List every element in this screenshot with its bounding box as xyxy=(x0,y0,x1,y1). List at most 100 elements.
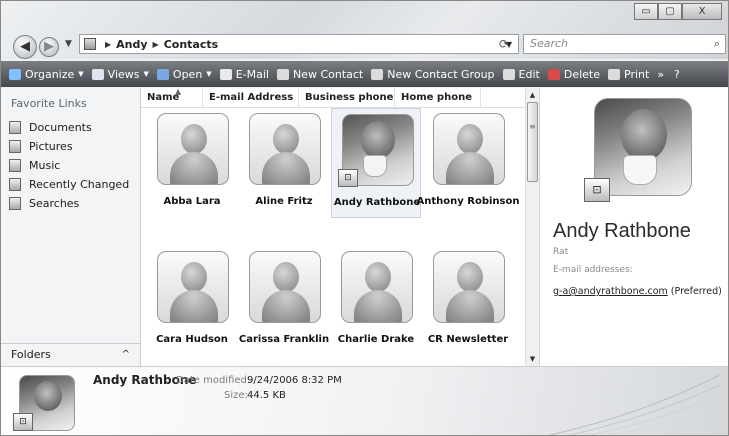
minimize-button[interactable]: ▭ xyxy=(634,3,658,20)
new-contact-icon xyxy=(276,68,289,80)
toolbar-e-mail-button[interactable]: E-Mail xyxy=(219,68,269,81)
recent-pages-dropdown[interactable]: ▼ xyxy=(65,39,72,49)
documents-icon xyxy=(9,121,21,134)
preview-email-link[interactable]: g-a@andyrathbone.com xyxy=(553,286,668,297)
new-group-icon xyxy=(371,68,384,80)
photo-body xyxy=(446,290,494,322)
folders-label: Folders xyxy=(11,348,51,361)
date-modified-label: Date modified: xyxy=(176,375,251,386)
scrollbar-thumb[interactable] xyxy=(527,102,538,182)
contact-name: Anthony Robinson xyxy=(416,196,520,207)
toolbar-organize-button[interactable]: Organize ▼ xyxy=(9,68,84,81)
edit-icon xyxy=(502,68,515,80)
contact-item[interactable]: Carissa Franklin xyxy=(239,246,329,356)
toolbar-button-label: New Contact Group xyxy=(387,67,495,81)
toolbar-new-contact-group-button[interactable]: New Contact Group xyxy=(371,67,495,81)
favorite-links-list: Documents Pictures Music Recently Changed Se… xyxy=(9,118,129,213)
toolbar-delete-button[interactable]: Delete xyxy=(547,67,600,81)
toolbar-button-label: Delete xyxy=(563,67,600,81)
contact-silhouette-icon xyxy=(433,113,505,185)
sidebar-item-label: Recently Changed xyxy=(29,178,130,191)
contact-silhouette-icon xyxy=(341,251,413,323)
toolbar-button-label: New Contact xyxy=(292,67,364,81)
toolbar-new-contact-button[interactable]: New Contact xyxy=(276,67,364,81)
contacts-window: ▭ ▢ X ◀ ▶ ▼ ▶ Andy ▶ Contacts ▼ ⟳ Search… xyxy=(0,0,729,436)
contact-silhouette-icon xyxy=(157,251,229,323)
contact-item[interactable]: Abba Lara xyxy=(147,108,237,218)
preview-contact-name: Andy Rathbone xyxy=(553,220,691,242)
column-headers: ▲ Name E-mail Address Business phone Hom… xyxy=(141,87,525,108)
scroll-up-icon[interactable]: ▲ xyxy=(526,88,539,102)
toolbar-views-button[interactable]: Views ▼ xyxy=(91,67,149,81)
address-bar[interactable]: ▶ Andy ▶ Contacts ▼ xyxy=(79,34,519,54)
contact-silhouette-icon xyxy=(249,251,321,323)
sidebar-item-music[interactable]: Music xyxy=(9,156,129,175)
sidebar-item-label: Documents xyxy=(29,121,92,134)
toolbar-open-button[interactable]: Open ▼ xyxy=(156,68,212,81)
photo-head xyxy=(457,262,483,292)
title-bar: ▭ ▢ X ◀ ▶ ▼ ▶ Andy ▶ Contacts ▼ ⟳ Search… xyxy=(1,1,728,59)
sidebar-item-label: Pictures xyxy=(29,140,73,153)
toolbar-button-label: Print xyxy=(624,67,650,81)
contact-name: Aline Fritz xyxy=(255,196,313,207)
vertical-scrollbar[interactable]: ▲ ≡ ▼ xyxy=(525,88,539,366)
contact-item[interactable]: Anthony Robinson xyxy=(417,108,519,218)
photo-body xyxy=(170,152,218,184)
scrollbar-grip-icon: ≡ xyxy=(529,122,536,131)
sidebar-item-recently-changed[interactable]: Recently Changed xyxy=(9,175,129,194)
contact-item[interactable]: Aline Fritz xyxy=(239,108,329,218)
maximize-button[interactable]: ▢ xyxy=(658,3,682,20)
contact-card-icon: ⊡ xyxy=(338,169,358,187)
breadcrumb-separator-icon[interactable]: ▶ xyxy=(153,40,159,49)
command-toolbar: Organize ▼ Views ▼ Open ▼ E-Mail New Contact New… xyxy=(1,61,728,87)
photo-head xyxy=(365,262,391,292)
column-header-business-phone[interactable]: Business phone xyxy=(299,88,395,108)
photo-head xyxy=(181,262,207,292)
column-header-home-phone[interactable]: Home phone xyxy=(395,88,481,108)
navigation-pane: Favorite Links Documents Pictures Music Rec… xyxy=(1,88,141,366)
toolbar-button-label: Views xyxy=(107,67,140,81)
breadcrumb-andy[interactable]: Andy xyxy=(116,38,147,51)
search-icon[interactable]: ⌕ xyxy=(714,37,720,51)
contact-name: CR Newsletter xyxy=(427,334,509,345)
toolbar-overflow-button[interactable]: » xyxy=(657,68,664,81)
close-button[interactable]: X xyxy=(682,3,722,20)
pictures-icon xyxy=(9,140,21,153)
column-header-name[interactable]: ▲ Name xyxy=(141,87,203,108)
chevron-down-icon: ▼ xyxy=(78,70,84,78)
favorite-links-heading: Favorite Links xyxy=(11,97,87,110)
contact-silhouette-icon xyxy=(249,113,321,185)
toolbar-edit-button[interactable]: Edit xyxy=(502,67,540,81)
size-label: Size: xyxy=(224,390,248,401)
chevron-up-icon[interactable]: ^ xyxy=(122,349,130,360)
back-button[interactable]: ◀ xyxy=(13,35,37,59)
preview-nickname: Rat xyxy=(553,247,569,257)
contact-name: Charlie Drake xyxy=(337,334,415,345)
sidebar-item-searches[interactable]: Searches xyxy=(9,194,129,213)
contact-name: Carissa Franklin xyxy=(238,334,330,345)
file-list: ▲ Name E-mail Address Business phone Hom… xyxy=(141,87,539,366)
sidebar-item-label: Music xyxy=(29,159,61,172)
help-icon[interactable]: ? xyxy=(674,68,680,81)
scroll-down-icon[interactable]: ▼ xyxy=(526,352,539,366)
breadcrumb-separator-icon[interactable]: ▶ xyxy=(105,40,111,49)
column-header-email[interactable]: E-mail Address xyxy=(203,88,299,108)
photo-head xyxy=(457,124,483,154)
toolbar-button-label: Edit xyxy=(518,67,540,81)
sidebar-item-documents[interactable]: Documents xyxy=(9,118,129,137)
contact-item[interactable]: Cara Hudson xyxy=(147,246,237,356)
contact-item[interactable]: CR Newsletter xyxy=(423,246,513,356)
folders-toggle[interactable]: Folders ^ xyxy=(1,343,140,365)
preview-email-row: g-a@andyrathbone.com (Preferred) xyxy=(553,286,722,297)
sidebar-item-pictures[interactable]: Pictures xyxy=(9,137,129,156)
window-controls: ▭ ▢ X xyxy=(634,3,722,20)
contact-item[interactable]: Charlie Drake xyxy=(331,246,421,356)
search-input[interactable]: Search ⌕ xyxy=(523,34,726,54)
toolbar-print-button[interactable]: Print xyxy=(608,68,649,81)
forward-button[interactable]: ▶ xyxy=(39,37,59,57)
contacts-folder-icon xyxy=(84,38,96,50)
breadcrumb-contacts[interactable]: Contacts xyxy=(164,38,218,51)
refresh-icon[interactable]: ⟳ xyxy=(499,37,509,51)
contact-item[interactable]: ⊡ Andy Rathbone xyxy=(331,108,421,218)
column-header-label: Home phone xyxy=(401,92,472,103)
